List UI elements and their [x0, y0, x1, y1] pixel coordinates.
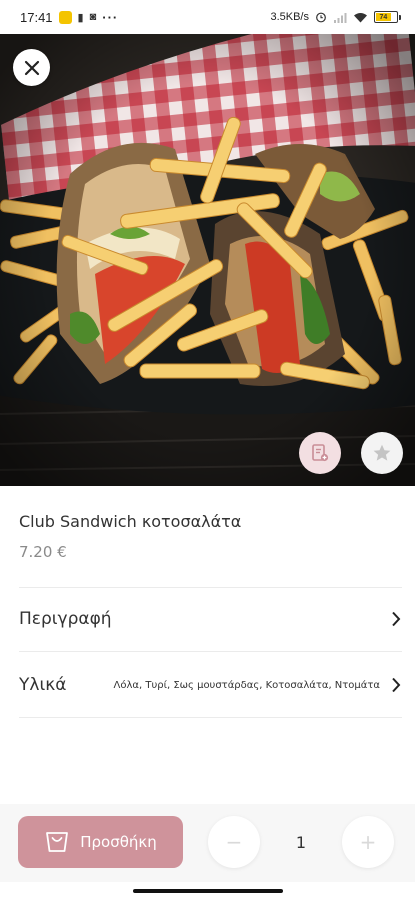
signal-icon	[334, 12, 347, 23]
product-photo	[0, 34, 415, 486]
quantity-value: 1	[295, 832, 307, 852]
status-bar: 17:41 ▮ ◙ ··· 3.5KB/s 74	[0, 0, 415, 34]
status-right: 3.5KB/s 74	[270, 11, 401, 23]
notification-icon	[58, 10, 72, 24]
shopping-bag-icon	[46, 832, 69, 852]
chevron-right-icon	[390, 676, 402, 694]
description-label: Περιγραφή	[19, 609, 112, 629]
add-to-cart-button[interactable]: Προσθήκη	[18, 816, 183, 868]
bottom-action-bar: Προσθήκη − 1 +	[0, 804, 415, 882]
star-icon	[373, 444, 391, 461]
alarm-icon	[316, 12, 326, 23]
ingredients-value: Λόλα, Τυρί, Σως μουστάρδας, Κοτοσαλάτα, …	[113, 679, 380, 691]
battery-level: 74	[376, 13, 391, 21]
close-icon	[24, 60, 39, 75]
sandwich-fries-image	[0, 34, 415, 486]
game-icon: ◙	[89, 11, 97, 23]
network-speed: 3.5KB/s	[270, 11, 309, 23]
chevron-right-icon	[390, 610, 402, 628]
close-button[interactable]	[13, 49, 50, 86]
minus-icon: −	[225, 830, 243, 854]
more-notifications-indicator: ···	[102, 9, 119, 25]
home-gesture-bar[interactable]	[133, 889, 283, 893]
status-time: 17:41	[20, 9, 53, 25]
divider	[19, 717, 402, 718]
status-left: 17:41 ▮ ◙ ···	[20, 10, 118, 25]
description-row[interactable]: Περιγραφή	[19, 589, 402, 649]
battery-icon: 74	[374, 11, 401, 23]
add-to-cart-label: Προσθήκη	[80, 833, 157, 851]
navigation-bar	[0, 882, 415, 900]
decrease-quantity-button[interactable]: −	[208, 816, 260, 868]
favorite-button[interactable]	[361, 432, 403, 474]
sim-icon: ▮	[77, 11, 84, 24]
plus-icon: +	[359, 830, 377, 854]
divider	[19, 651, 402, 652]
increase-quantity-button[interactable]: +	[342, 816, 394, 868]
wifi-icon	[354, 12, 367, 22]
product-price: 7.20 €	[19, 543, 67, 561]
product-title: Club Sandwich κοτοσαλάτα	[19, 512, 242, 531]
add-note-button[interactable]	[299, 432, 341, 474]
ingredients-row[interactable]: Υλικά Λόλα, Τυρί, Σως μουστάρδας, Κοτοσα…	[19, 655, 402, 715]
ingredients-label: Υλικά	[19, 675, 67, 695]
divider	[19, 587, 402, 588]
note-add-icon	[312, 444, 329, 462]
